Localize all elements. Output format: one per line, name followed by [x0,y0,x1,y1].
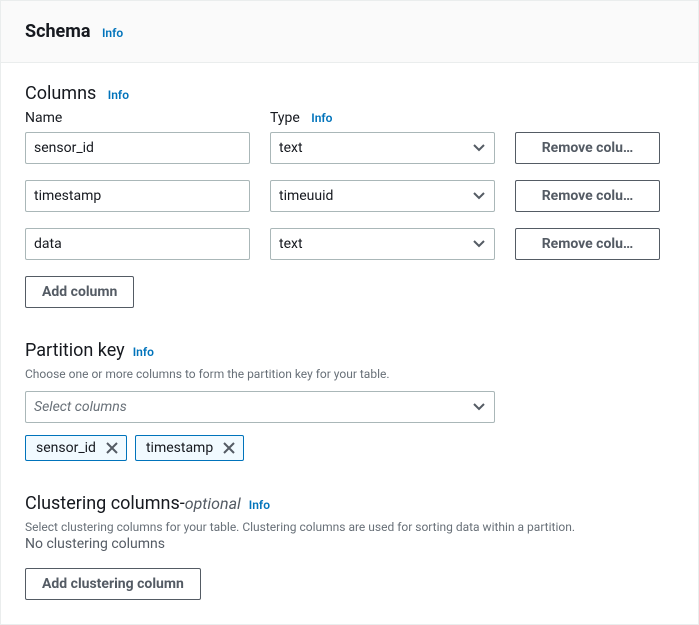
partition-help-text: Choose one or more columns to form the p… [25,367,674,381]
remove-column-button[interactable]: Remove colu… [515,132,660,164]
clustering-help-text: Select clustering columns for your table… [25,520,674,534]
type-label: Type [270,110,300,126]
column-name-input[interactable] [25,180,250,212]
column-type-select[interactable]: text [270,132,495,164]
partition-select[interactable]: Select columns [25,391,495,423]
partition-tags: sensor_id timestamp [25,435,674,461]
panel-content: Columns Info Name Type Info text Remove … [1,63,698,624]
tag-label: timestamp [146,440,213,456]
no-clustering-text: No clustering columns [25,536,674,552]
partition-tag: sensor_id [25,435,127,461]
close-icon[interactable] [221,440,237,456]
column-type-select[interactable]: timeuuid [270,180,495,212]
partition-select-placeholder: Select columns [34,399,127,415]
type-info-link[interactable]: Info [311,111,332,125]
clustering-info-link[interactable]: Info [249,498,270,512]
clustering-section: Clustering columns - optional Info Selec… [25,493,674,600]
type-label-wrapper: Type Info [270,110,495,126]
column-row: timeuuid Remove colu… [25,180,674,212]
add-column-button[interactable]: Add column [25,276,134,308]
columns-field-labels: Name Type Info [25,110,674,126]
column-row: text Remove colu… [25,132,674,164]
column-type-select[interactable]: text [270,228,495,260]
columns-title: Columns [25,83,96,104]
remove-column-button[interactable]: Remove colu… [515,228,660,260]
name-label: Name [25,110,250,126]
add-clustering-column-button[interactable]: Add clustering column [25,568,201,600]
column-name-input[interactable] [25,132,250,164]
column-type-value: timeuuid [279,188,333,204]
panel-title: Schema [25,21,91,42]
columns-section-header: Columns Info [25,83,674,104]
close-icon[interactable] [104,440,120,456]
schema-info-link[interactable]: Info [102,26,123,40]
partition-info-link[interactable]: Info [133,345,154,359]
optional-label: optional [185,494,241,513]
panel-header: Schema Info [1,1,698,63]
column-type-value: text [279,236,303,252]
partition-section: Partition key Info Choose one or more co… [25,340,674,461]
schema-panel: Schema Info Columns Info Name Type Info … [0,0,699,625]
remove-column-button[interactable]: Remove colu… [515,180,660,212]
partition-title: Partition key [25,340,125,361]
tag-label: sensor_id [36,440,96,456]
column-type-value: text [279,140,303,156]
columns-info-link[interactable]: Info [108,88,129,102]
clustering-title: Clustering columns [25,493,180,514]
column-name-input[interactable] [25,228,250,260]
partition-tag: timestamp [135,435,244,461]
column-row: text Remove colu… [25,228,674,260]
